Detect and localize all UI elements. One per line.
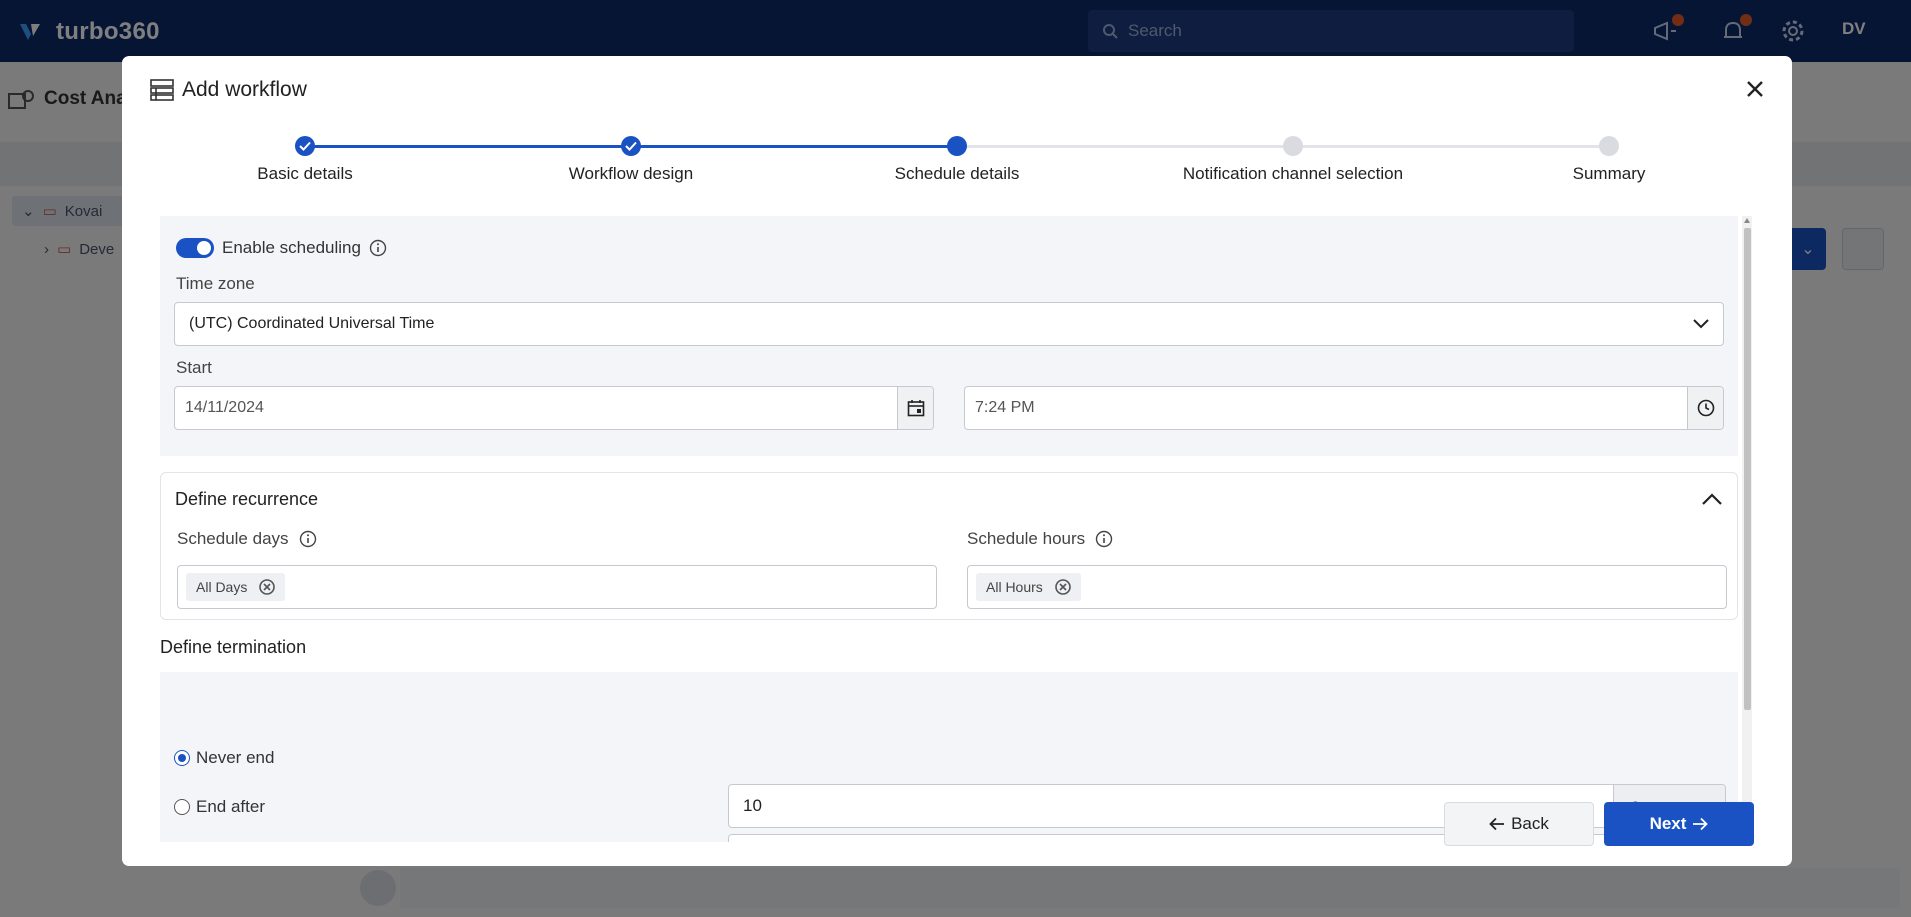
scroll-up-arrow[interactable] bbox=[1744, 218, 1750, 223]
chevron-down-icon bbox=[1693, 319, 1709, 329]
check-icon bbox=[295, 136, 315, 156]
scroll-thumb[interactable] bbox=[1744, 228, 1751, 710]
remove-chip-icon[interactable] bbox=[259, 579, 276, 595]
next-button[interactable]: Next bbox=[1604, 802, 1754, 846]
enable-scheduling-toggle[interactable] bbox=[176, 238, 214, 258]
step-basic-details[interactable]: Basic details bbox=[185, 136, 425, 184]
arrow-right-icon bbox=[1693, 817, 1709, 831]
enable-scheduling-row: Enable scheduling bbox=[176, 238, 387, 258]
clock-icon bbox=[1697, 399, 1714, 417]
pending-step-dot bbox=[1283, 136, 1303, 156]
start-date-value: 14/11/2024 bbox=[185, 399, 264, 416]
modal-header: Add workflow bbox=[150, 78, 307, 102]
stepper: Basic details Workflow design Schedule d… bbox=[122, 136, 1792, 196]
chevron-up-icon[interactable] bbox=[1699, 487, 1725, 513]
schedule-hours-label: Schedule hours bbox=[967, 529, 1086, 548]
start-label: Start bbox=[176, 358, 212, 377]
step-summary[interactable]: Summary bbox=[1489, 136, 1729, 184]
info-icon[interactable] bbox=[369, 239, 387, 257]
schedule-days-select[interactable]: All Days bbox=[177, 565, 937, 609]
timezone-select[interactable]: (UTC) Coordinated Universal Time bbox=[174, 302, 1724, 346]
schedule-hours-label-row: Schedule hours bbox=[967, 529, 1113, 549]
chip-all-days: All Days bbox=[186, 573, 286, 601]
schedule-hours-select[interactable]: All Hours bbox=[967, 565, 1727, 609]
arrow-left-icon bbox=[1489, 817, 1505, 831]
current-step-dot bbox=[947, 136, 967, 156]
info-icon[interactable] bbox=[299, 530, 317, 548]
step-label: Workflow design bbox=[568, 164, 694, 183]
step-label: Summary bbox=[1572, 164, 1646, 183]
step-label: Schedule details bbox=[894, 164, 1020, 183]
never-end-option[interactable]: Never end bbox=[174, 748, 274, 768]
chip-all-hours: All Hours bbox=[976, 573, 1081, 601]
clock-button[interactable] bbox=[1687, 387, 1723, 429]
chip-label: All Days bbox=[196, 579, 248, 595]
step-notification-channel[interactable]: Notification channel selection bbox=[1143, 136, 1443, 184]
schedule-days-label-row: Schedule days bbox=[177, 529, 317, 549]
end-after-radio[interactable] bbox=[174, 799, 190, 815]
remove-chip-icon[interactable] bbox=[1054, 579, 1071, 595]
form-scrollbar[interactable] bbox=[1742, 216, 1752, 842]
calendar-icon bbox=[907, 400, 924, 417]
back-button-label: Back bbox=[1511, 814, 1549, 833]
start-time-input[interactable]: 7:24 PM bbox=[964, 386, 1724, 430]
never-end-radio[interactable] bbox=[174, 750, 190, 766]
check-icon bbox=[621, 136, 641, 156]
step-workflow-design[interactable]: Workflow design bbox=[511, 136, 751, 184]
schedule-days-label: Schedule days bbox=[177, 529, 289, 548]
timezone-value: (UTC) Coordinated Universal Time bbox=[189, 315, 435, 332]
start-time-value: 7:24 PM bbox=[975, 399, 1035, 416]
step-label: Basic details bbox=[257, 164, 353, 183]
back-button[interactable]: Back bbox=[1444, 802, 1594, 846]
calendar-button[interactable] bbox=[897, 387, 933, 429]
chip-label: All Hours bbox=[986, 579, 1043, 595]
define-recurrence-title: Define recurrence bbox=[175, 489, 319, 509]
enable-scheduling-label: Enable scheduling bbox=[222, 238, 361, 257]
info-icon[interactable] bbox=[1095, 530, 1113, 548]
close-icon[interactable] bbox=[1742, 76, 1768, 102]
define-termination-title: Define termination bbox=[160, 637, 307, 657]
timezone-label: Time zone bbox=[176, 274, 255, 293]
define-recurrence-section: Define recurrence Schedule days All Days… bbox=[160, 472, 1738, 620]
step-label: Notification channel selection bbox=[1182, 164, 1404, 183]
end-after-option[interactable]: End after bbox=[174, 797, 265, 817]
end-after-label: End after bbox=[196, 797, 265, 816]
workflow-icon bbox=[150, 79, 174, 101]
schedule-form: Enable scheduling Time zone (UTC) Coordi… bbox=[160, 216, 1752, 842]
next-button-label: Next bbox=[1649, 814, 1687, 833]
schedule-panel: Enable scheduling Time zone (UTC) Coordi… bbox=[160, 216, 1738, 456]
add-workflow-modal: Add workflow Basic details Workflow desi… bbox=[122, 56, 1792, 866]
start-date-input[interactable]: 14/11/2024 bbox=[174, 386, 934, 430]
step-schedule-details[interactable]: Schedule details bbox=[837, 136, 1077, 184]
pending-step-dot bbox=[1599, 136, 1619, 156]
never-end-label: Never end bbox=[196, 748, 275, 767]
modal-title: Add workflow bbox=[182, 78, 307, 101]
